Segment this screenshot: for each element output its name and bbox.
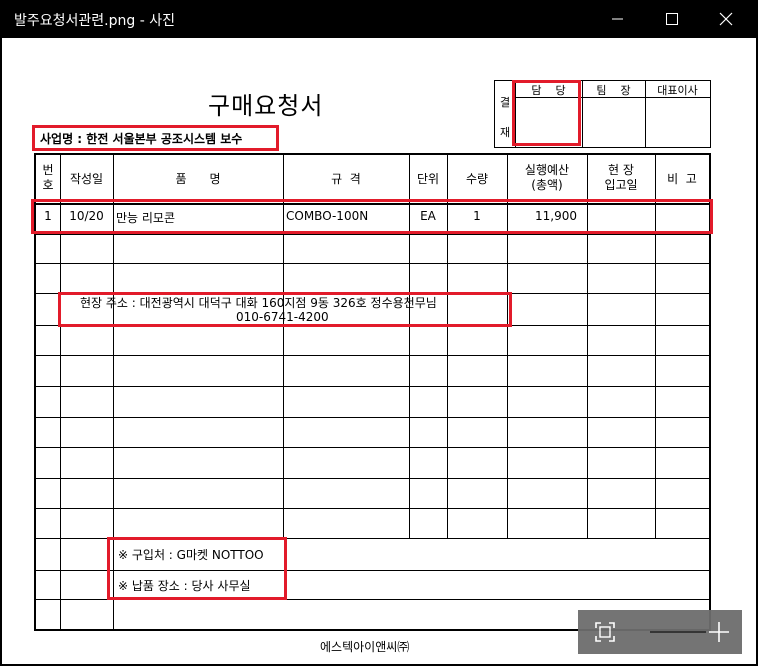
address-highlight [58, 292, 512, 327]
maximize-icon [666, 13, 678, 25]
approval-ceo-label: 대표이사 [657, 84, 698, 97]
maximize-button[interactable] [648, 0, 696, 38]
zoom-slider[interactable] [650, 631, 706, 633]
header-unit: 단위 [416, 172, 440, 186]
header-no-bottom: 호 [42, 178, 54, 192]
supplier-highlight [107, 537, 287, 600]
company-name: 에스텍아이앤씨㈜ [320, 640, 410, 654]
header-date: 작성일 [69, 172, 104, 186]
header-remarks: 비 고 [667, 172, 697, 186]
approval-highlight [512, 80, 581, 146]
row-highlight [31, 199, 713, 234]
plus-icon [709, 622, 729, 642]
minimize-icon [612, 18, 623, 20]
fit-to-window-icon [595, 622, 615, 642]
header-budget-bottom: (총액) [531, 178, 563, 192]
close-button[interactable] [702, 0, 750, 38]
project-highlight [32, 125, 279, 151]
approval-side-bottom: 재 [500, 126, 511, 139]
zoom-in-button[interactable] [706, 619, 732, 645]
header-item: 품 명 [175, 172, 221, 186]
header-site-bottom: 입고일 [604, 178, 638, 192]
header-site-top: 현 장 [608, 163, 634, 177]
minimize-button[interactable] [594, 0, 642, 38]
approval-teamlead-label: 팀 장 [596, 84, 631, 97]
approval-side-top: 결 [500, 96, 511, 109]
title-bar: 발주요청서관련.png - 사진 [0, 0, 758, 38]
document-title: 구매요청서 [208, 92, 324, 120]
header-budget-top: 실행예산 [524, 163, 570, 177]
header-qty: 수량 [465, 172, 489, 186]
header-spec: 규 격 [331, 172, 361, 186]
zoom-toolbar [578, 610, 742, 654]
fit-to-window-button[interactable] [594, 621, 616, 643]
header-no-top: 번 [42, 163, 54, 177]
window-title: 발주요청서관련.png - 사진 [14, 13, 175, 29]
close-icon [719, 12, 733, 26]
